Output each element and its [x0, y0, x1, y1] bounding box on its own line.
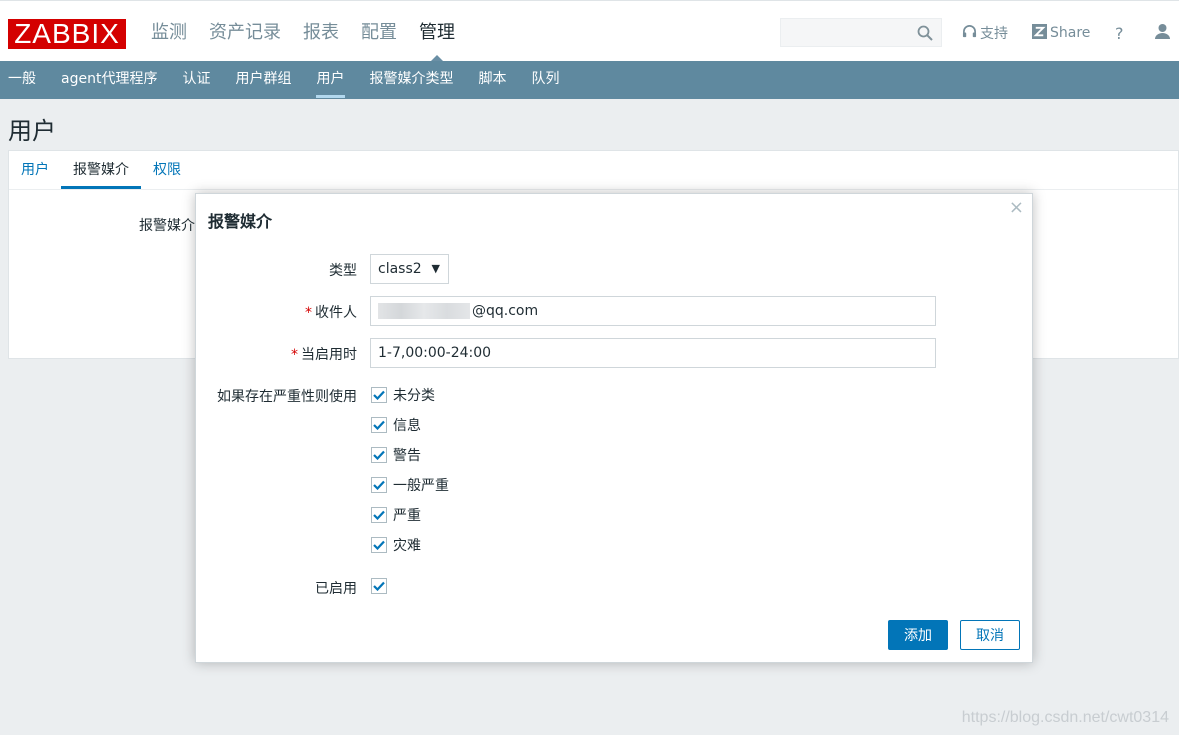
main-nav-administration[interactable]: 管理: [408, 1, 466, 62]
checkbox-checked-icon[interactable]: [371, 447, 387, 463]
close-icon[interactable]: ×: [1009, 197, 1024, 218]
search-icon[interactable]: [917, 25, 933, 45]
checkbox-label: 灾难: [393, 538, 421, 554]
media-dialog: 报警媒介 × 类型 class2 ▼ * 收件人 @qq.com * 当启用时 1-…: [195, 193, 1033, 663]
headset-icon: [962, 24, 977, 43]
main-nav: 监测 资产记录 报表 配置 管理: [140, 1, 466, 62]
checkbox-label: 警告: [393, 448, 421, 464]
checkbox-checked-icon[interactable]: [371, 537, 387, 553]
main-nav-configuration[interactable]: 配置: [350, 1, 408, 62]
severity-disaster-checkbox[interactable]: 灾难: [371, 535, 421, 555]
when-active-label-text: 当启用时: [301, 347, 357, 363]
required-asterisk: *: [291, 347, 298, 363]
sub-nav-user-groups[interactable]: 用户群组: [223, 61, 304, 99]
main-nav-inventory[interactable]: 资产记录: [198, 1, 292, 62]
required-asterisk: *: [305, 305, 312, 321]
support-link[interactable]: 支持: [962, 23, 1008, 43]
dropdown-arrow-icon: ▼: [431, 262, 440, 275]
checkbox-checked-icon[interactable]: [371, 417, 387, 433]
tab-user[interactable]: 用户: [9, 151, 61, 189]
share-z-icon: [1032, 23, 1047, 43]
add-button[interactable]: 添加: [888, 620, 948, 650]
dialog-title: 报警媒介: [208, 212, 273, 231]
help-icon: ?: [1115, 23, 1124, 43]
severity-high-checkbox[interactable]: 严重: [371, 505, 421, 525]
type-label: 类型: [329, 263, 357, 279]
checkbox-checked-icon[interactable]: [371, 507, 387, 523]
main-nav-monitoring[interactable]: 监测: [140, 1, 198, 62]
enabled-checkbox[interactable]: [371, 576, 393, 596]
cancel-button[interactable]: 取消: [960, 620, 1020, 650]
recipient-value: @qq.com: [472, 303, 539, 319]
help-link[interactable]: ?: [1115, 23, 1124, 43]
checkbox-label: 一般严重: [393, 478, 449, 494]
when-active-value: 1-7,00:00-24:00: [378, 345, 492, 361]
tab-divider: [9, 189, 1178, 190]
sub-nav-users[interactable]: 用户: [304, 61, 357, 99]
search-input[interactable]: [780, 18, 942, 47]
severity-warning-checkbox[interactable]: 警告: [371, 445, 421, 465]
enabled-label: 已启用: [315, 581, 357, 597]
form-tabs: 用户 报警媒介 权限: [9, 151, 193, 189]
type-select-value: class2: [378, 261, 422, 277]
when-active-input[interactable]: 1-7,00:00-24:00: [370, 338, 936, 368]
user-icon: [1154, 23, 1171, 43]
sub-nav-queue[interactable]: 队列: [519, 61, 572, 99]
checkbox-checked-icon[interactable]: [371, 477, 387, 493]
sub-nav-authentication[interactable]: 认证: [170, 61, 223, 99]
severity-label: 如果存在严重性则使用: [217, 389, 357, 405]
recipient-label: * 收件人: [305, 302, 357, 322]
share-label: Share: [1050, 25, 1091, 41]
top-header: ZABBIX 监测 资产记录 报表 配置 管理 支持 Share ?: [0, 0, 1179, 62]
share-link[interactable]: Share: [1032, 23, 1090, 43]
when-active-label: * 当启用时: [291, 344, 357, 364]
media-field-label: 报警媒介: [139, 218, 195, 234]
sub-nav-scripts[interactable]: 脚本: [466, 61, 519, 99]
severity-not-classified-checkbox[interactable]: 未分类: [371, 385, 435, 405]
sub-nav-media-types[interactable]: 报警媒介类型: [357, 61, 466, 99]
checkbox-label: 信息: [393, 418, 421, 434]
recipient-input[interactable]: @qq.com: [370, 296, 936, 326]
checkbox-checked-icon[interactable]: [371, 387, 387, 403]
sub-nav: 一般 agent代理程序 认证 用户群组 用户 报警媒介类型 脚本 队列: [0, 61, 1179, 99]
user-profile-link[interactable]: [1154, 23, 1171, 43]
type-select[interactable]: class2 ▼: [370, 254, 449, 284]
tab-media[interactable]: 报警媒介: [61, 151, 141, 189]
checkbox-label: 严重: [393, 508, 421, 524]
checkbox-label: 未分类: [393, 388, 435, 404]
sub-nav-general[interactable]: 一般: [0, 61, 49, 99]
severity-information-checkbox[interactable]: 信息: [371, 415, 421, 435]
severity-average-checkbox[interactable]: 一般严重: [371, 475, 449, 495]
watermark: https://blog.csdn.net/cwt0314: [961, 709, 1169, 726]
tab-permissions[interactable]: 权限: [141, 151, 193, 189]
main-nav-reports[interactable]: 报表: [292, 1, 350, 62]
checkbox-checked-icon[interactable]: [371, 578, 387, 594]
zabbix-logo[interactable]: ZABBIX: [8, 19, 126, 49]
sub-nav-proxies[interactable]: agent代理程序: [49, 61, 170, 99]
redacted-blur: [378, 303, 470, 319]
recipient-label-text: 收件人: [315, 305, 357, 321]
support-label: 支持: [980, 26, 1008, 42]
page-title: 用户: [8, 117, 56, 145]
